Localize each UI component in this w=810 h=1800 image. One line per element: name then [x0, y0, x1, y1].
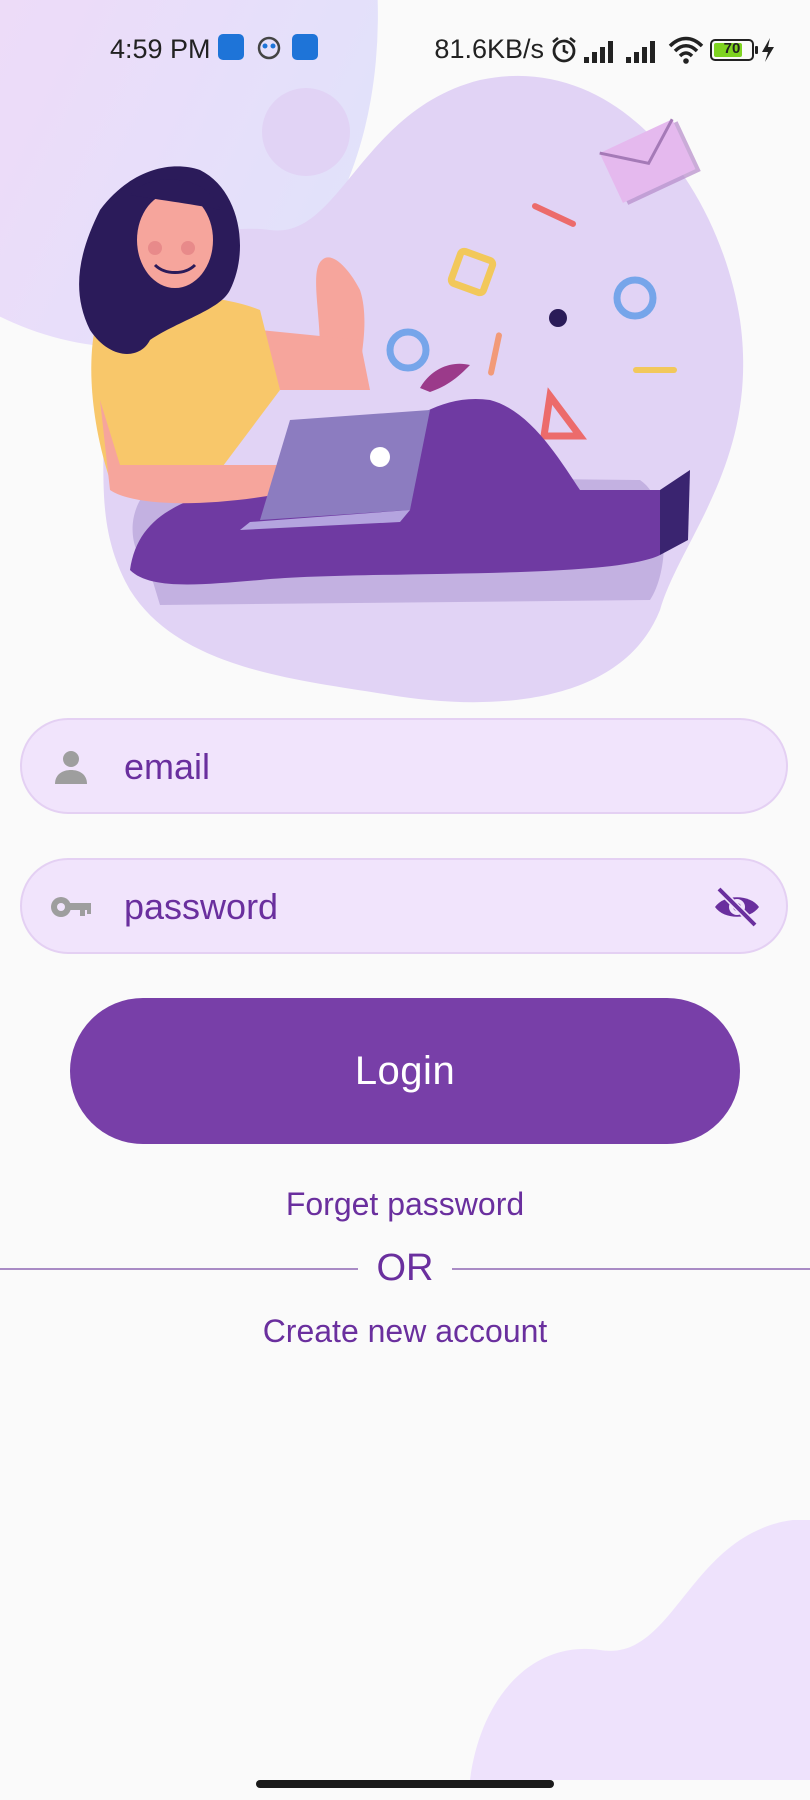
notification-app2-icon	[257, 36, 281, 60]
login-button[interactable]: Login	[70, 998, 740, 1144]
alarm-icon	[552, 36, 576, 62]
person-icon	[55, 751, 87, 784]
notification-app-icon	[218, 34, 244, 60]
home-indicator[interactable]	[256, 1780, 554, 1788]
notification-app3-icon	[292, 34, 318, 60]
email-field[interactable]	[20, 718, 788, 814]
email-input[interactable]	[122, 720, 686, 814]
small-circle-deco	[262, 88, 350, 176]
signal-icon	[584, 40, 613, 63]
forgot-password-link[interactable]: Forget password	[0, 1186, 810, 1223]
key-icon	[51, 897, 91, 917]
status-right-group: 81.6KB/s 70	[434, 34, 776, 65]
visibility-off-icon[interactable]	[712, 882, 762, 932]
wifi-icon	[668, 36, 704, 64]
network-speed: 81.6KB/s	[434, 34, 544, 64]
create-account-link[interactable]: Create new account	[0, 1313, 810, 1350]
password-input[interactable]	[122, 860, 686, 954]
battery-level: 70	[723, 39, 741, 57]
hero-illustration	[79, 75, 744, 703]
signal2-icon	[626, 40, 655, 63]
background-blob-bottom-right	[470, 1520, 810, 1780]
or-separator: OR	[376, 1247, 434, 1289]
battery-icon: 70	[710, 38, 758, 61]
password-field[interactable]	[20, 858, 788, 954]
charging-icon	[762, 37, 774, 62]
status-time: 4:59 PM	[110, 34, 211, 64]
status-bar: 4:59 PM 81.6KB/s 70	[0, 28, 810, 72]
